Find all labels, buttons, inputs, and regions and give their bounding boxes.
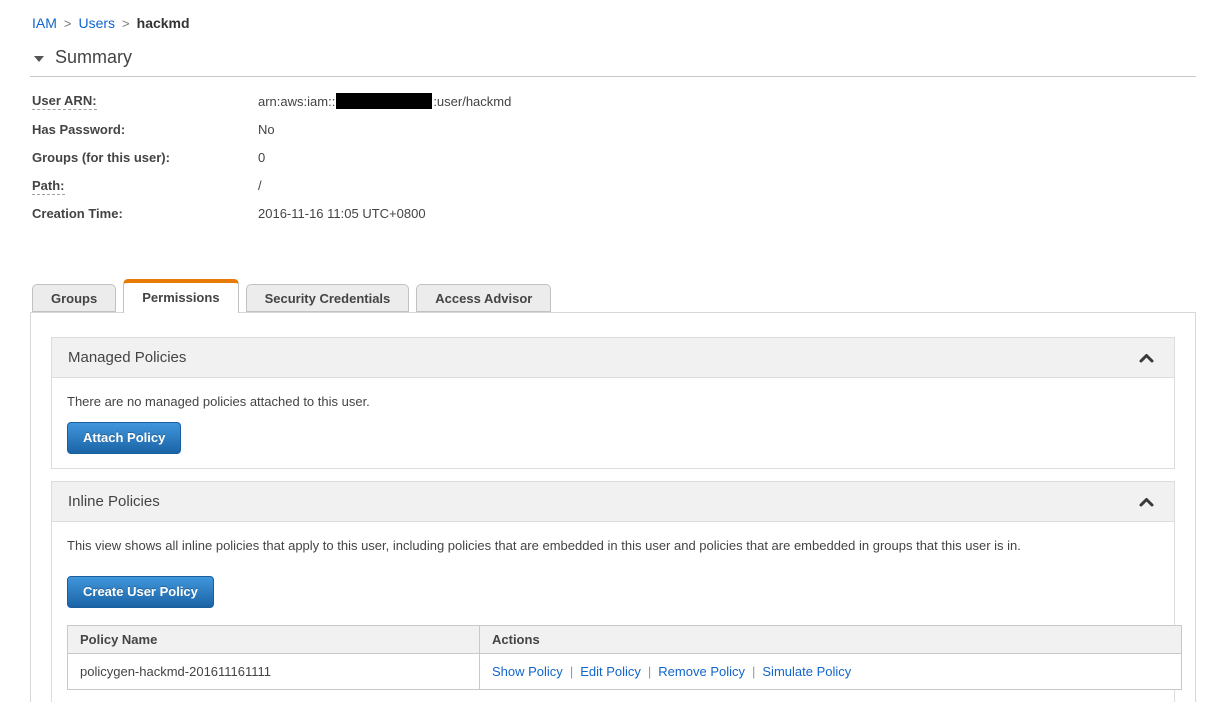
breadcrumb-link-iam[interactable]: IAM [32,15,57,31]
inline-policies-header: Inline Policies [52,482,1174,522]
has-password-label: Has Password: [32,122,126,137]
policy-name-column-header: Policy Name [67,625,480,654]
user-arn-label: User ARN: [32,93,97,110]
inline-policies-description: This view shows all inline policies that… [67,538,1021,553]
redacted-account-id [336,93,433,109]
summary-section-toggle[interactable]: Summary [34,47,1214,68]
inline-policies-body: This view shows all inline policies that… [52,522,1182,702]
inline-policies-collapse-button[interactable] [1135,493,1158,511]
breadcrumb: IAM > Users > hackmd [0,0,1214,31]
breadcrumb-current-user: hackmd [136,15,190,31]
action-separator: | [752,664,756,679]
action-separator: | [569,664,574,679]
field-row-groups: Groups (for this user): 0 [32,150,1214,166]
inline-policies-title: Inline Policies [68,493,160,510]
table-row: policygen-hackmd-201611161111 Show Polic… [67,653,1182,690]
tab-security-credentials[interactable]: Security Credentials [245,284,410,312]
field-row-has-password: Has Password: No [32,122,1214,138]
show-policy-link[interactable]: Show Policy [492,664,563,679]
create-user-policy-button[interactable]: Create User Policy [67,576,214,608]
path-label: Path: [32,178,65,195]
field-row-creation-time: Creation Time: 2016-11-16 11:05 UTC+0800 [32,206,1214,222]
breadcrumb-separator: > [63,16,72,31]
field-row-path: Path: / [32,178,1214,195]
has-password-value: No [258,122,275,137]
chevron-up-icon [1139,353,1154,362]
breadcrumb-separator: > [122,16,130,31]
policy-name-cell: policygen-hackmd-201611161111 [67,653,480,690]
triangle-down-icon [34,55,44,62]
tab-permissions[interactable]: Permissions [123,279,239,313]
managed-policies-empty-message: There are no managed policies attached t… [67,394,370,409]
attach-policy-button[interactable]: Attach Policy [67,422,182,454]
summary-divider [30,76,1196,77]
managed-policies-collapse-button[interactable] [1135,349,1158,367]
tab-groups[interactable]: Groups [32,284,117,312]
tab-access-advisor[interactable]: Access Advisor [416,284,552,312]
user-arn-value: arn:aws:iam:::user/hackmd [258,93,512,109]
managed-policies-body: There are no managed policies attached t… [52,378,1174,468]
path-value: / [258,178,262,193]
managed-policies-section: Managed Policies There are no managed po… [51,337,1175,469]
summary-title: Summary [55,47,133,67]
groups-value: 0 [258,150,266,165]
simulate-policy-link[interactable]: Simulate Policy [762,664,851,679]
tab-bar: Groups Permissions Security Credentials … [32,279,1214,313]
table-header-row: Policy Name Actions [67,625,1182,654]
chevron-up-icon [1139,497,1154,506]
remove-policy-link[interactable]: Remove Policy [658,664,745,679]
permissions-tab-panel: Managed Policies There are no managed po… [30,312,1196,702]
actions-column-header: Actions [479,625,1182,654]
inline-policies-table: Policy Name Actions policygen-hackmd-201… [67,625,1182,690]
edit-policy-link[interactable]: Edit Policy [580,664,641,679]
managed-policies-header: Managed Policies [52,338,1174,378]
creation-time-label: Creation Time: [32,206,123,221]
creation-time-value: 2016-11-16 11:05 UTC+0800 [258,206,426,221]
summary-fields: User ARN: arn:aws:iam:::user/hackmd Has … [32,93,1214,222]
policy-actions-cell: Show Policy | Edit Policy | Remove Policy | Si… [479,653,1182,690]
action-separator: | [647,664,652,679]
inline-policies-section: Inline Policies This view shows all inli… [51,481,1182,702]
groups-label: Groups (for this user): [32,150,170,165]
breadcrumb-link-users[interactable]: Users [78,15,115,31]
field-row-user-arn: User ARN: arn:aws:iam:::user/hackmd [32,93,1214,110]
managed-policies-title: Managed Policies [68,349,187,366]
